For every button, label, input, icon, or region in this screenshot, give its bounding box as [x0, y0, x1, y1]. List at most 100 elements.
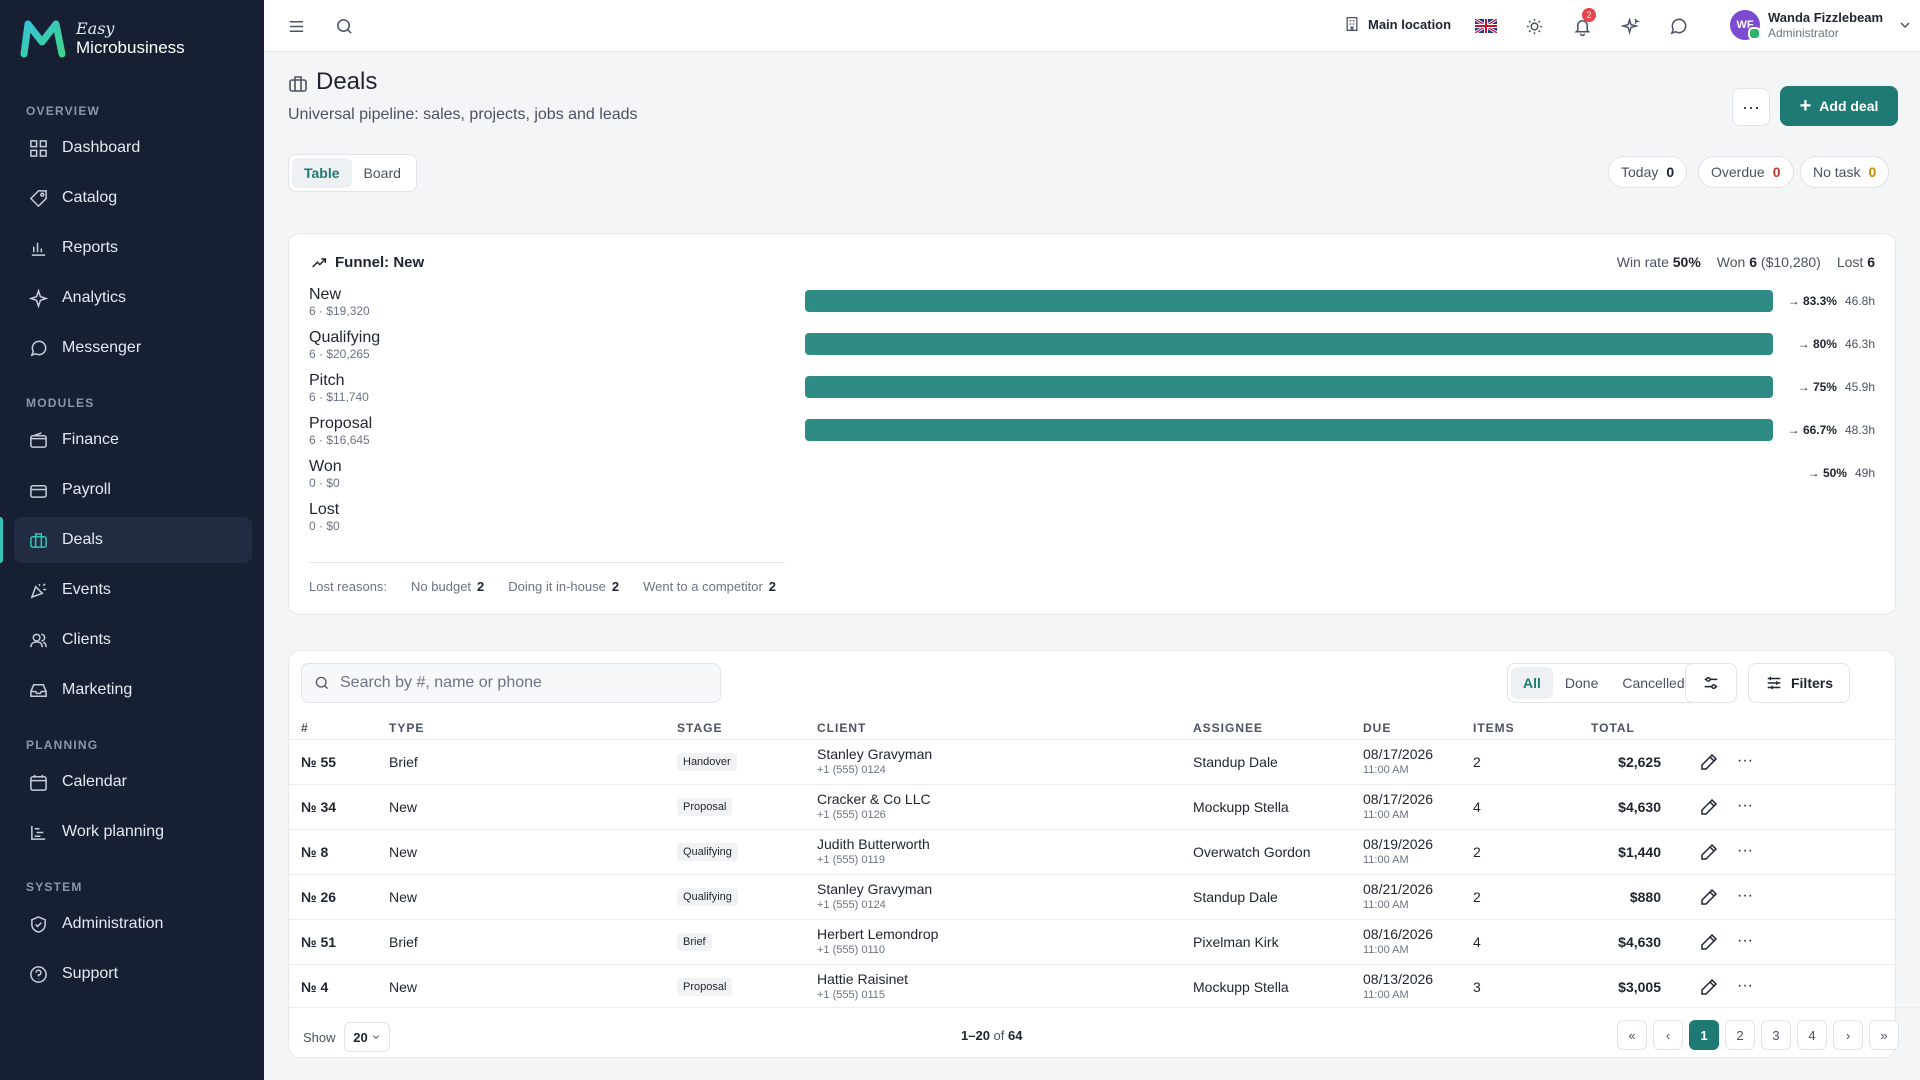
client-name: Cracker & Co LLC — [817, 791, 931, 807]
edit-icon[interactable] — [1699, 932, 1719, 952]
filter-all[interactable]: All — [1511, 667, 1553, 699]
deal-total: $1,440 — [1618, 844, 1661, 860]
sidebar-item-clients[interactable]: Clients — [14, 617, 252, 663]
deal-number[interactable]: № 26 — [301, 889, 336, 905]
user-menu[interactable]: WF Wanda Fizzlebeam Administrator — [1730, 10, 1911, 40]
col-items[interactable]: ITEMS — [1473, 721, 1515, 735]
table-row[interactable]: № 55 Brief Handover Stanley Gravyman +1 (555… — [289, 739, 1895, 784]
col-total[interactable]: TOTAL — [1591, 721, 1635, 735]
tag-icon — [28, 188, 48, 208]
last-page-button[interactable]: » — [1869, 1020, 1899, 1050]
row-more-icon[interactable]: ··· — [1737, 797, 1753, 815]
table-row[interactable]: № 51 Brief Brief Herbert Lemondrop +1 (555) … — [289, 919, 1895, 964]
search-input[interactable] — [340, 674, 700, 692]
chip-overdue[interactable]: Overdue 0 — [1698, 156, 1794, 188]
page-2-button[interactable]: 2 — [1725, 1020, 1755, 1050]
deal-type: New — [389, 799, 418, 815]
edit-icon[interactable] — [1699, 977, 1719, 997]
deal-number[interactable]: № 51 — [301, 934, 336, 950]
sidebar-item-deals[interactable]: Deals — [14, 517, 252, 563]
sun-icon[interactable] — [1522, 14, 1546, 38]
edit-icon[interactable] — [1699, 752, 1719, 772]
tab-board[interactable]: Board — [352, 158, 413, 188]
chip-today[interactable]: Today 0 — [1608, 156, 1688, 188]
funnel-stage[interactable]: Qualifying 6 · $20,265 — [309, 329, 380, 361]
more-actions-button[interactable]: ··· — [1732, 88, 1770, 126]
filters-button[interactable]: Filters — [1748, 663, 1850, 703]
stage-summary: 6 · $11,740 — [309, 390, 369, 404]
chip-no-task[interactable]: No task 0 — [1800, 156, 1890, 188]
deal-number[interactable]: № 4 — [301, 979, 328, 995]
funnel-stage[interactable]: Won 0 · $0 — [309, 458, 342, 490]
sidebar-item-payroll[interactable]: Payroll — [14, 467, 252, 513]
add-deal-button[interactable]: + Add deal — [1780, 86, 1898, 126]
payroll-icon — [28, 480, 48, 500]
table-row[interactable]: № 8 New Qualifying Judith Butterworth +1 (55… — [289, 829, 1895, 874]
next-page-button[interactable]: › — [1833, 1020, 1863, 1050]
sidebar-item-catalog[interactable]: Catalog — [14, 175, 252, 221]
sidebar-item-marketing[interactable]: Marketing — [14, 667, 252, 713]
row-more-icon[interactable]: ··· — [1737, 977, 1753, 995]
sidebar-item-calendar[interactable]: Calendar — [14, 759, 252, 805]
notification-count: 2 — [1582, 8, 1596, 22]
page-1-button[interactable]: 1 — [1689, 1020, 1719, 1050]
filter-cancelled[interactable]: Cancelled — [1610, 667, 1696, 699]
location-selector[interactable]: Main location — [1344, 16, 1451, 32]
first-page-button[interactable]: « — [1617, 1020, 1647, 1050]
row-more-icon[interactable]: ··· — [1737, 932, 1753, 950]
funnel-stage[interactable]: New 6 · $19,320 — [309, 286, 370, 318]
funnel-bar — [805, 376, 1773, 398]
row-more-icon[interactable]: ··· — [1737, 752, 1753, 770]
search-icon[interactable] — [332, 14, 356, 38]
sidebar-item-messenger[interactable]: Messenger — [14, 325, 252, 371]
funnel-stage[interactable]: Proposal 6 · $16,645 — [309, 415, 372, 447]
ai-sparkle-icon[interactable] — [1618, 14, 1642, 38]
chat-icon[interactable] — [1666, 14, 1690, 38]
sidebar-item-reports[interactable]: Reports — [14, 225, 252, 271]
table-body: № 55 Brief Handover Stanley Gravyman +1 (555… — [289, 739, 1895, 1007]
col-client[interactable]: CLIENT — [817, 721, 866, 735]
row-more-icon[interactable]: ··· — [1737, 842, 1753, 860]
brand-logo[interactable]: Easy Microbusiness — [20, 18, 185, 58]
client-cell: Herbert Lemondrop +1 (555) 0110 — [817, 926, 938, 958]
sidebar-item-dashboard[interactable]: Dashboard — [14, 125, 252, 171]
table-row[interactable]: № 26 New Qualifying Stanley Gravyman +1 (555… — [289, 874, 1895, 919]
stage-badge: Proposal — [677, 798, 733, 816]
sidebar-item-label: Administration — [62, 915, 164, 932]
sidebar-item-finance[interactable]: Finance — [14, 417, 252, 463]
col-assignee[interactable]: ASSIGNEE — [1193, 721, 1263, 735]
items-count: 4 — [1473, 934, 1481, 950]
deal-number[interactable]: № 34 — [301, 799, 336, 815]
deal-number[interactable]: № 8 — [301, 844, 328, 860]
edit-icon[interactable] — [1699, 887, 1719, 907]
funnel-title: Funnel: New — [311, 254, 424, 271]
sidebar-item-analytics[interactable]: Analytics — [14, 275, 252, 321]
menu-icon[interactable] — [284, 14, 308, 38]
sidebar-item-events[interactable]: Events — [14, 567, 252, 613]
deal-number[interactable]: № 55 — [301, 754, 336, 770]
table-row[interactable]: № 4 New Proposal Hattie Raisinet +1 (555) 01… — [289, 964, 1895, 1007]
edit-icon[interactable] — [1699, 842, 1719, 862]
table-row[interactable]: № 34 New Proposal Cracker & Co LLC +1 (555) … — [289, 784, 1895, 829]
prev-page-button[interactable]: ‹ — [1653, 1020, 1683, 1050]
col-due[interactable]: DUE — [1363, 721, 1391, 735]
page-4-button[interactable]: 4 — [1797, 1020, 1827, 1050]
funnel-stage[interactable]: Pitch 6 · $11,740 — [309, 372, 369, 404]
sidebar-item-work-planning[interactable]: Work planning — [14, 809, 252, 855]
edit-icon[interactable] — [1699, 797, 1719, 817]
row-more-icon[interactable]: ··· — [1737, 887, 1753, 905]
deals-table-card: All Done Cancelled Filters # TYPE STAGE … — [288, 650, 1920, 1058]
column-settings-button[interactable] — [1685, 663, 1737, 703]
col-number[interactable]: # — [301, 721, 309, 735]
tab-table[interactable]: Table — [292, 158, 352, 188]
filter-done[interactable]: Done — [1553, 667, 1610, 699]
sidebar-item-label: Payroll — [62, 481, 111, 498]
col-type[interactable]: TYPE — [389, 721, 424, 735]
page-3-button[interactable]: 3 — [1761, 1020, 1791, 1050]
page-size-select[interactable]: 20 — [343, 1022, 390, 1052]
uk-flag-icon[interactable] — [1474, 14, 1498, 38]
sidebar-item-administration[interactable]: Administration — [14, 901, 252, 947]
sidebar-item-support[interactable]: Support — [14, 951, 252, 997]
col-stage[interactable]: STAGE — [677, 721, 722, 735]
funnel-stage[interactable]: Lost 0 · $0 — [309, 501, 340, 533]
